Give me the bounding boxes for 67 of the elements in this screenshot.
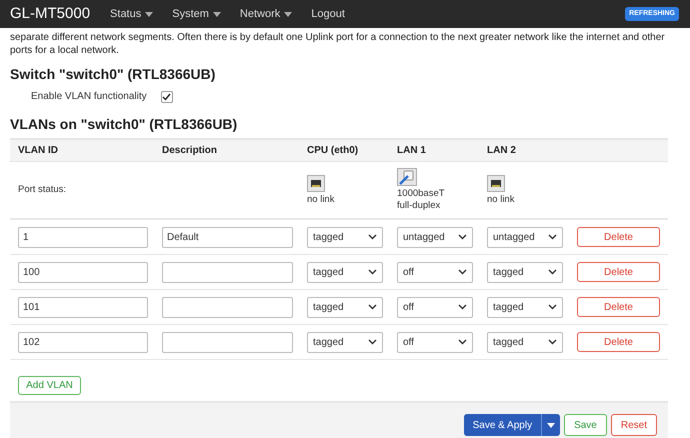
- port-select[interactable]: off: [397, 296, 473, 318]
- caret-icon: [284, 12, 292, 16]
- delete-button[interactable]: Delete: [577, 262, 660, 282]
- save-button[interactable]: Save: [564, 414, 607, 436]
- port-select[interactable]: tagged: [307, 332, 383, 352]
- chevron-icon: [368, 234, 377, 240]
- intro-paragraph: separate different network segments. Often there is by default one Uplink port for a connection to the next greater network like the internet and other ports for a local network.: [10, 31, 666, 57]
- column-header: LAN 1: [397, 144, 427, 158]
- chevron-icon: [368, 269, 377, 275]
- column-header: CPU (eth0): [307, 144, 360, 158]
- option-label: Enable VLAN functionality: [31, 90, 147, 104]
- port-select[interactable]: untagged: [487, 226, 563, 248]
- nav-menu-item[interactable]: Logout: [311, 6, 345, 22]
- column-header: VLAN ID: [18, 144, 59, 158]
- port-select[interactable]: tagged: [307, 226, 383, 248]
- column-header: LAN 2: [487, 144, 517, 158]
- checkbox[interactable]: [160, 90, 173, 102]
- nav-menu-item[interactable]: Network: [240, 6, 292, 22]
- plugged-port-icon: [397, 168, 417, 186]
- caret-icon: [547, 422, 556, 428]
- add-vlan-button[interactable]: Add VLAN: [18, 376, 81, 395]
- chevron-icon: [458, 234, 467, 240]
- port-select[interactable]: tagged: [487, 332, 563, 352]
- chevron-icon: [548, 304, 557, 310]
- ethernet-port-icon: [487, 174, 505, 192]
- section-heading: Switch "switch0" (RTL8366UB): [10, 66, 216, 83]
- port-select[interactable]: tagged: [307, 296, 383, 318]
- delete-button[interactable]: Delete: [577, 297, 660, 317]
- chevron-icon: [548, 339, 557, 345]
- port-select[interactable]: off: [397, 332, 473, 352]
- delete-button[interactable]: Delete: [577, 332, 660, 352]
- nav-menu-item[interactable]: System: [172, 6, 221, 22]
- port-status-text: no link: [307, 194, 334, 206]
- chevron-icon: [548, 269, 557, 275]
- delete-button[interactable]: Delete: [577, 227, 660, 247]
- nav-menu-item[interactable]: Status: [110, 6, 154, 22]
- port-select[interactable]: tagged: [487, 262, 563, 282]
- chevron-icon: [548, 234, 557, 240]
- chevron-icon: [458, 269, 467, 275]
- ethernet-port-icon: [307, 174, 325, 192]
- port-select[interactable]: off: [397, 262, 473, 282]
- description-field[interactable]: [162, 262, 293, 282]
- vlan-id-field[interactable]: 1: [18, 226, 148, 248]
- caret-icon: [145, 12, 154, 16]
- column-header: Description: [162, 144, 218, 158]
- brand-title[interactable]: GL-MT5000: [10, 2, 90, 26]
- vlan-id-field[interactable]: 100: [18, 262, 148, 282]
- description-field[interactable]: [162, 296, 293, 318]
- port-select[interactable]: tagged: [487, 296, 563, 318]
- vlan-id-field[interactable]: 101: [18, 296, 148, 318]
- chevron-icon: [458, 304, 467, 310]
- chevron-icon: [368, 339, 377, 345]
- vlan-id-field[interactable]: 102: [18, 332, 148, 352]
- reset-button[interactable]: Reset: [610, 414, 657, 436]
- port-status-text: no link: [487, 194, 514, 206]
- chevron-icon: [458, 339, 467, 345]
- port-select[interactable]: untagged: [397, 226, 473, 248]
- description-field[interactable]: [162, 332, 293, 352]
- description-field[interactable]: Default: [162, 226, 293, 248]
- chevron-icon: [368, 304, 377, 310]
- row-label: Port status:: [18, 182, 68, 197]
- port-select[interactable]: tagged: [307, 262, 383, 282]
- section-heading: VLANs on "switch0" (RTL8366UB): [10, 116, 238, 133]
- caret-icon: [212, 12, 221, 16]
- port-status-text: 1000baseT full-duplex: [397, 188, 445, 212]
- save-apply-button[interactable]: Save & Apply: [464, 414, 560, 436]
- check-icon: [162, 92, 172, 100]
